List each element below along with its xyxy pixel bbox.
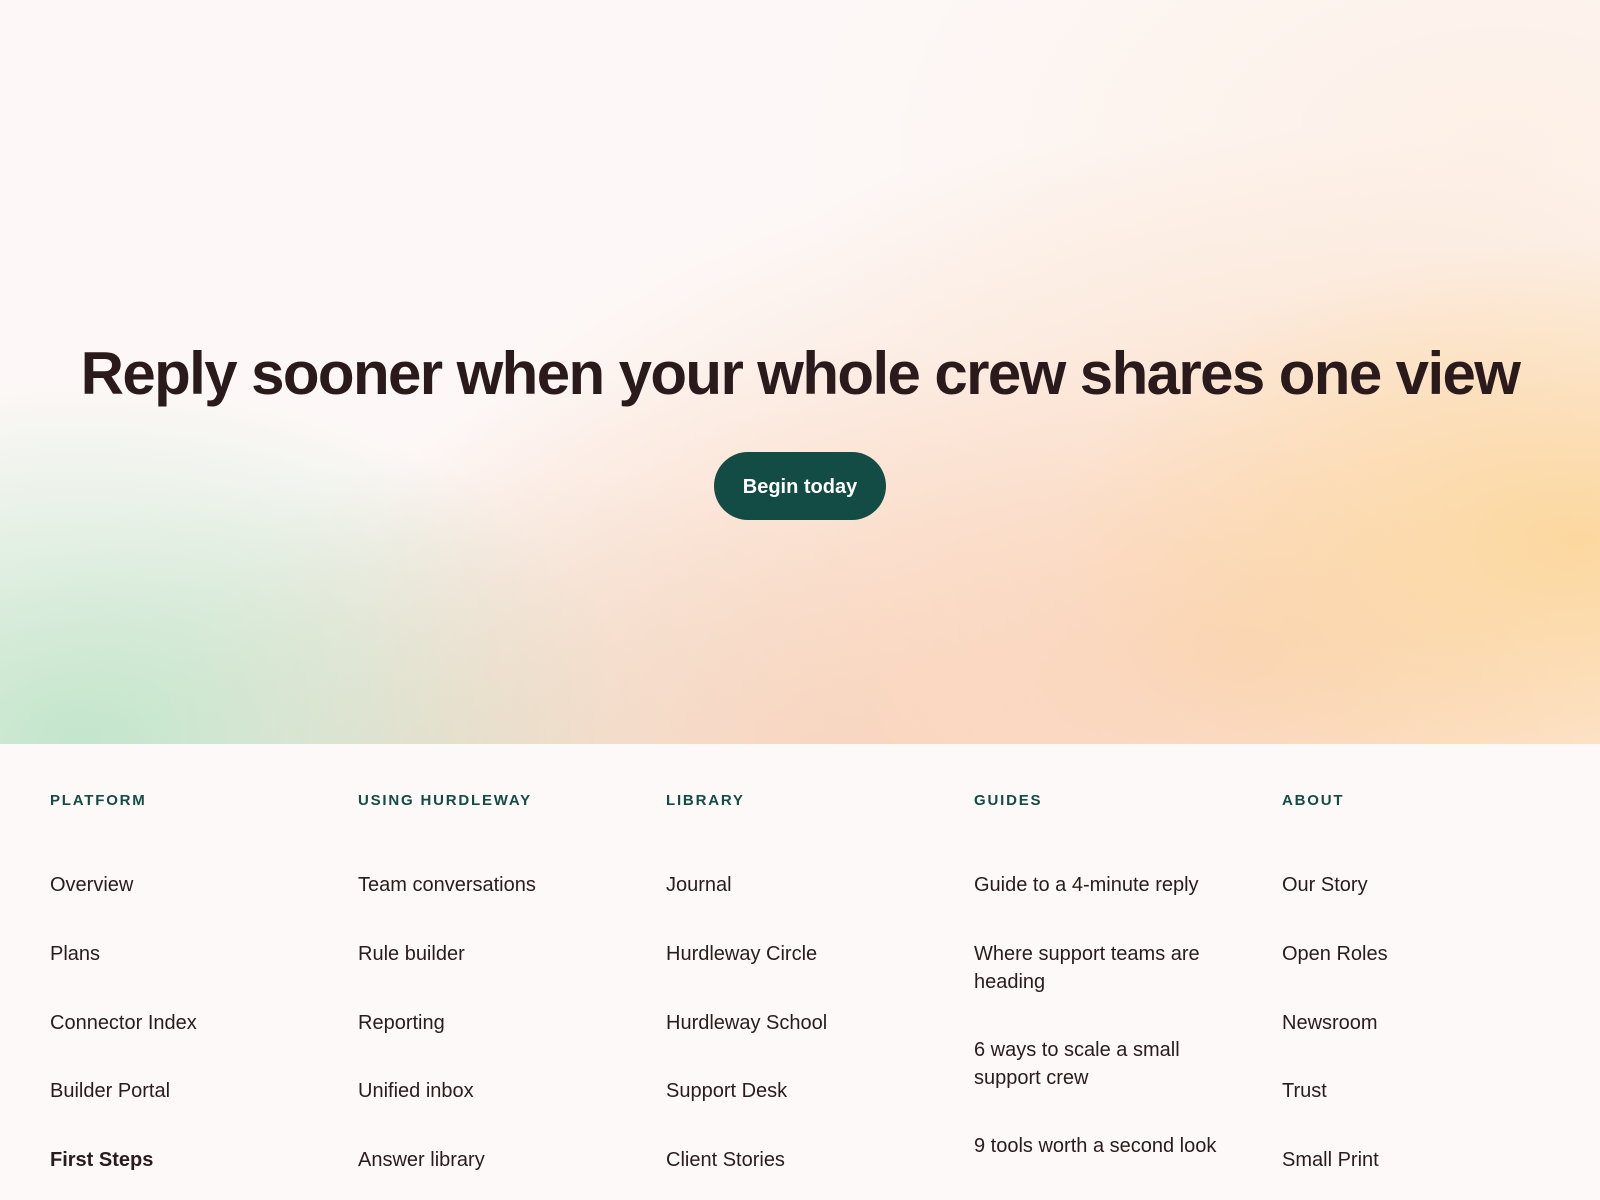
footer-link-item: Reporting	[358, 1009, 628, 1037]
hero-content: Reply sooner when your whole crew shares…	[0, 338, 1600, 520]
footer-link-item: Trust	[1282, 1077, 1552, 1105]
footer-nav: PLATFORM Overview Plans Connector Index …	[0, 744, 1600, 1200]
hero-headline: Reply sooner when your whole crew shares…	[80, 340, 1521, 407]
footer-link-overview[interactable]: Overview	[50, 874, 133, 896]
hero-section: Reply sooner when your whole crew shares…	[0, 0, 1600, 744]
footer-link-item: Where support teams are heading	[974, 940, 1244, 996]
footer-link-item: Support Desk	[666, 1077, 936, 1105]
footer-heading-platform: PLATFORM	[50, 792, 147, 809]
footer-link-item: Team conversations	[358, 871, 628, 899]
footer-link-support-desk[interactable]: Support Desk	[666, 1080, 787, 1102]
footer-link-our-story[interactable]: Our Story	[1282, 874, 1368, 896]
footer-link-builder-portal[interactable]: Builder Portal	[50, 1080, 170, 1102]
footer-link-unified-inbox[interactable]: Unified inbox	[358, 1080, 474, 1102]
footer-link-item: Guide to a 4-minute reply	[974, 871, 1244, 899]
footer-link-rule-builder[interactable]: Rule builder	[358, 943, 465, 965]
footer-link-item: Hurdleway Circle	[666, 940, 936, 968]
footer-link-6-ways-to-scale[interactable]: 6 ways to scale a small support crew	[974, 1039, 1180, 1089]
footer-link-item: First Steps	[50, 1146, 320, 1174]
footer-link-where-support-teams-heading[interactable]: Where support teams are heading	[974, 943, 1200, 993]
footer-link-team-conversations[interactable]: Team conversations	[358, 874, 536, 896]
footer-link-connector-index[interactable]: Connector Index	[50, 1012, 197, 1034]
footer-link-answer-library[interactable]: Answer library	[358, 1149, 485, 1171]
footer-link-item: Overview	[50, 871, 320, 899]
footer-link-item: Unified inbox	[358, 1077, 628, 1105]
footer-link-item: Answer library	[358, 1146, 628, 1174]
footer-link-item: Journal	[666, 871, 936, 899]
footer-link-guide-4-minute-reply[interactable]: Guide to a 4-minute reply	[974, 874, 1199, 896]
footer-link-hurdleway-circle[interactable]: Hurdleway Circle	[666, 943, 817, 965]
footer-link-item: 6 ways to scale a small support crew	[974, 1036, 1244, 1092]
footer-link-item: Open Roles	[1282, 940, 1552, 968]
begin-today-button[interactable]: Begin today	[714, 452, 886, 520]
footer-link-small-print[interactable]: Small Print	[1282, 1149, 1379, 1171]
footer-link-newsroom[interactable]: Newsroom	[1282, 1012, 1378, 1034]
footer-heading-about: ABOUT	[1282, 792, 1345, 809]
footer-link-item: Connector Index	[50, 1009, 320, 1037]
footer-link-9-tools[interactable]: 9 tools worth a second look	[974, 1135, 1216, 1157]
footer-link-trust[interactable]: Trust	[1282, 1080, 1327, 1102]
footer-link-item: Our Story	[1282, 871, 1552, 899]
footer-link-item: Rule builder	[358, 940, 628, 968]
footer-link-hurdleway-school[interactable]: Hurdleway School	[666, 1012, 827, 1034]
footer-link-reporting[interactable]: Reporting	[358, 1012, 445, 1034]
footer-link-journal[interactable]: Journal	[666, 874, 732, 896]
footer-link-item: Small Print	[1282, 1146, 1552, 1174]
footer-heading-guides: GUIDES	[974, 792, 1043, 809]
footer-heading-library: LIBRARY	[666, 792, 745, 809]
footer-link-item: Plans	[50, 940, 320, 968]
footer-link-open-roles[interactable]: Open Roles	[1282, 943, 1388, 965]
footer-link-first-steps[interactable]: First Steps	[50, 1149, 153, 1171]
footer-link-item: Client Stories	[666, 1146, 936, 1174]
footer-link-client-stories[interactable]: Client Stories	[666, 1149, 785, 1171]
footer-link-item: Hurdleway School	[666, 1009, 936, 1037]
footer-link-item: Builder Portal	[50, 1077, 320, 1105]
footer-link-item: 9 tools worth a second look	[974, 1132, 1244, 1160]
footer-link-item: Newsroom	[1282, 1009, 1552, 1037]
footer-link-plans[interactable]: Plans	[50, 943, 100, 965]
footer-heading-using-hurdleway: USING HURDLEWAY	[358, 792, 532, 809]
